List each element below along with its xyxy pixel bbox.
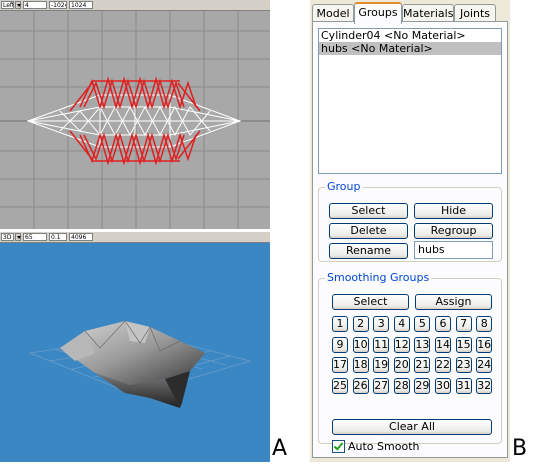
select-button[interactable]: Select xyxy=(329,203,408,219)
smoothing-groups-box: Smoothing Groups Select Assign 123456789… xyxy=(318,271,502,453)
view-dropdown-arrow[interactable] xyxy=(15,233,21,241)
smoothing-group-19-button[interactable]: 19 xyxy=(373,357,390,373)
smoothing-group-20-button[interactable]: 20 xyxy=(393,357,410,373)
smoothing-group-14-button[interactable]: 14 xyxy=(435,336,451,353)
tab-groups[interactable]: Groups xyxy=(354,2,402,24)
grid-size-field[interactable]: 4 xyxy=(23,1,47,9)
far-clip-field[interactable]: 4096 xyxy=(69,233,93,241)
smoothing-group-10-button[interactable]: 10 xyxy=(352,336,369,353)
smoothing-group-31-button[interactable]: 31 xyxy=(455,377,472,394)
smoothing-group-18-button[interactable]: 18 xyxy=(352,357,369,373)
smoothing-group-29-button[interactable]: 29 xyxy=(414,377,431,394)
tab-joints[interactable]: Joints xyxy=(454,4,496,22)
tab-model[interactable]: Model xyxy=(312,4,354,22)
near-clip-field[interactable]: 0.1 xyxy=(49,233,67,241)
groups-list[interactable]: Cylinder04 <No Material> hubs <No Materi… xyxy=(318,28,502,174)
smoothing-group-12-button[interactable]: 12 xyxy=(393,336,410,353)
smoothing-group-24-button[interactable]: 24 xyxy=(476,357,493,373)
smoothing-group-15-button[interactable]: 15 xyxy=(455,336,472,353)
group-box-title: Group xyxy=(325,180,363,194)
smoothing-group-27-button[interactable]: 27 xyxy=(373,377,390,394)
group-box: Group Select Hide Delete Regroup Rename … xyxy=(318,180,502,262)
delete-button[interactable]: Delete xyxy=(329,223,408,239)
smoothing-group-16-button[interactable]: 16 xyxy=(476,336,493,353)
auto-smooth-checkbox[interactable] xyxy=(332,440,345,453)
smoothing-group-3-button[interactable]: 3 xyxy=(373,316,390,332)
smoothing-group-26-button[interactable]: 26 xyxy=(352,377,369,394)
smoothing-group-9-button[interactable]: 9 xyxy=(332,336,348,353)
smoothing-group-23-button[interactable]: 23 xyxy=(455,357,472,373)
groups-panel: Model Groups Materials Joints Cylinder04… xyxy=(310,0,510,462)
assign-button[interactable]: Assign xyxy=(415,294,492,310)
smoothing-group-30-button[interactable]: 30 xyxy=(435,377,451,394)
smoothing-group-32-button[interactable]: 32 xyxy=(476,377,493,394)
smoothing-group-22-button[interactable]: 22 xyxy=(435,357,451,373)
smoothing-group-7-button[interactable]: 7 xyxy=(455,316,472,332)
view-dropdown-arrow[interactable] xyxy=(15,1,21,9)
smoothing-group-25-button[interactable]: 25 xyxy=(332,377,348,394)
smoothing-group-11-button[interactable]: 11 xyxy=(373,336,390,353)
tab-materials[interactable]: Materials xyxy=(402,4,454,22)
fov-field[interactable]: 65 xyxy=(23,233,47,241)
smoothing-group-21-button[interactable]: 21 xyxy=(414,357,431,373)
list-item[interactable]: hubs <No Material> xyxy=(319,42,501,55)
view-select[interactable]: 3D xyxy=(1,233,14,241)
view-select[interactable]: Left xyxy=(1,1,14,9)
left-view-canvas[interactable] xyxy=(0,11,270,229)
figure-label-a: A xyxy=(272,436,288,461)
smoothing-group-4-button[interactable]: 4 xyxy=(393,316,410,332)
smoothing-group-1-button[interactable]: 1 xyxy=(332,316,348,332)
clear-all-button[interactable]: Clear All xyxy=(332,419,492,435)
top-viewport-toolbar: Left 4 -1024 1024 xyxy=(0,0,270,11)
list-item[interactable]: Cylinder04 <No Material> xyxy=(319,29,501,42)
group-name-field[interactable]: hubs xyxy=(414,241,493,259)
bottom-viewport-toolbar: 3D 65 0.1 4096 xyxy=(0,232,270,243)
smoothing-group-13-button[interactable]: 13 xyxy=(414,336,431,353)
smoothing-select-button[interactable]: Select xyxy=(332,294,409,310)
3d-viewport[interactable] xyxy=(0,243,270,462)
tab-bar: Model Groups Materials Joints xyxy=(312,2,508,24)
range-max-field[interactable]: 1024 xyxy=(69,1,93,9)
range-min-field[interactable]: -1024 xyxy=(49,1,67,9)
groups-tab-body: Cylinder04 <No Material> hubs <No Materi… xyxy=(312,21,508,458)
left-viewport[interactable] xyxy=(0,11,270,229)
smoothing-group-5-button[interactable]: 5 xyxy=(414,316,431,332)
smoothing-box-title: Smoothing Groups xyxy=(325,271,432,285)
smoothing-group-28-button[interactable]: 28 xyxy=(393,377,410,394)
hide-button[interactable]: Hide xyxy=(414,203,493,219)
3d-view-canvas[interactable] xyxy=(0,243,270,462)
smoothing-group-17-button[interactable]: 17 xyxy=(332,357,348,373)
smoothing-group-2-button[interactable]: 2 xyxy=(352,316,369,332)
rename-button[interactable]: Rename xyxy=(329,243,408,259)
smoothing-group-6-button[interactable]: 6 xyxy=(435,316,451,332)
regroup-button[interactable]: Regroup xyxy=(414,223,493,239)
smoothing-group-8-button[interactable]: 8 xyxy=(476,316,493,332)
auto-smooth-label: Auto Smooth xyxy=(348,440,420,453)
figure-label-b: B xyxy=(512,436,528,461)
